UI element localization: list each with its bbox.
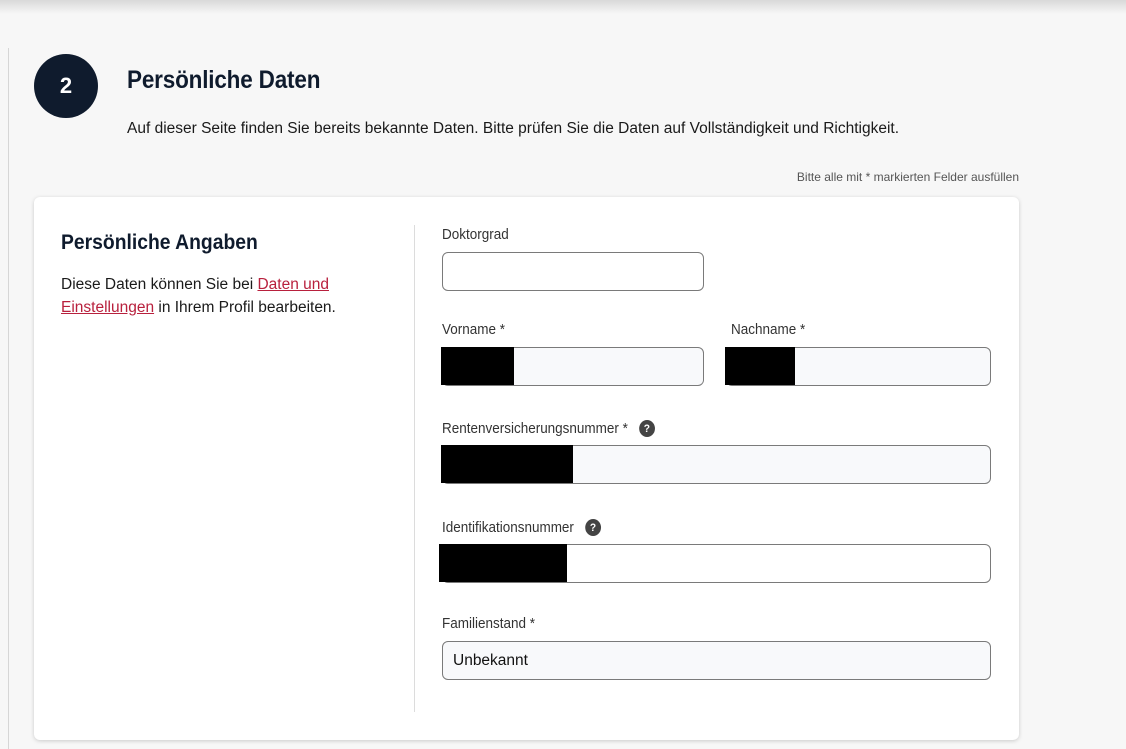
doktorgrad-label: Doktorgrad — [442, 227, 509, 243]
doktorgrad-label-text: Doktorgrad — [442, 227, 509, 243]
familienstand-label: Familienstand * — [442, 616, 535, 632]
required-fields-note: Bitte alle mit * markierten Felder ausfü… — [796, 170, 1019, 184]
nachname-redaction — [725, 347, 795, 385]
rvnr-label-text: Rentenversicherungsnummer * — [442, 420, 628, 437]
rvnr-label: Rentenversicherungsnummer * ? — [442, 420, 655, 437]
idnr-help-icon[interactable]: ? — [585, 519, 601, 536]
nachname-label-text: Nachname * — [731, 322, 806, 338]
vorname-redaction — [441, 347, 514, 385]
section-desc-after: in Ihrem Profil bearbeiten. — [154, 299, 336, 316]
doktorgrad-input[interactable] — [442, 252, 704, 291]
section-divider — [414, 225, 415, 712]
familienstand-input[interactable] — [442, 641, 991, 680]
page-title: Persönliche Daten — [127, 66, 321, 94]
page-description: Auf dieser Seite finden Sie bereits beka… — [127, 120, 900, 137]
section-title: Persönliche Angaben — [61, 231, 258, 254]
rvnr-redaction — [441, 445, 573, 483]
familienstand-label-text: Familienstand * — [442, 616, 535, 632]
section-desc-before: Diese Daten können Sie bei — [61, 276, 258, 293]
idnr-redaction — [439, 544, 567, 582]
rvnr-help-icon[interactable]: ? — [639, 420, 655, 437]
idnr-label-text: Identifikationsnummer — [442, 519, 574, 536]
left-rule — [8, 48, 9, 749]
personal-info-card: Persönliche Angaben Diese Daten können S… — [34, 197, 1019, 740]
section-description: Diese Daten können Sie bei Daten und Ein… — [61, 273, 391, 319]
vorname-label-text: Vorname * — [442, 322, 505, 338]
step-number-badge: 2 — [34, 54, 98, 118]
nachname-label: Nachname * — [731, 322, 805, 338]
top-shadow-bar — [0, 0, 1126, 14]
idnr-label: Identifikationsnummer ? — [442, 519, 601, 536]
vorname-label: Vorname * — [442, 322, 505, 338]
